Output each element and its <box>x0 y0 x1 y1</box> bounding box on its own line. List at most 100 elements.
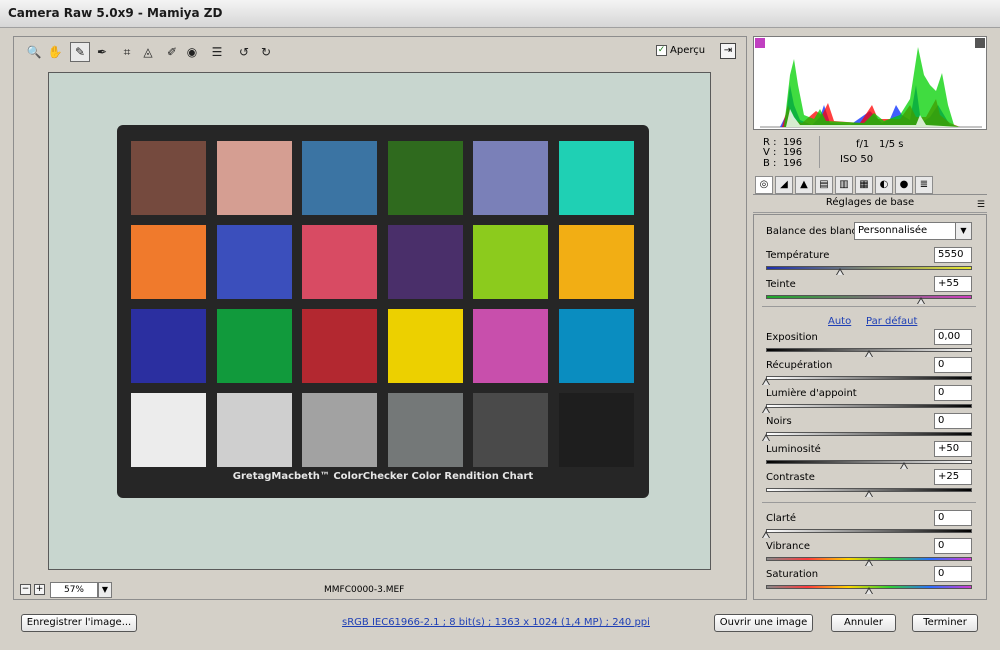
fullscreen-icon[interactable]: ⇥ <box>720 43 736 59</box>
done-button[interactable]: Terminer <box>912 614 978 632</box>
white-balance-value: Personnalisée <box>858 225 928 236</box>
straighten-icon[interactable]: ◬ <box>138 42 158 62</box>
aperture-value: f/1 <box>856 139 870 150</box>
panel-menu-icon[interactable]: ☰ <box>977 197 985 213</box>
color-patch <box>131 309 206 383</box>
zoom-out-button[interactable]: − <box>20 584 31 595</box>
exposure-value-field[interactable]: 0,00 <box>934 329 972 345</box>
eyedropper-icon[interactable]: ✎ <box>70 42 90 62</box>
fill-light-value-field[interactable]: 0 <box>934 385 972 401</box>
default-link[interactable]: Par défaut <box>866 316 917 327</box>
color-patch <box>302 309 378 383</box>
calibration-icon[interactable]: ◐ <box>875 176 893 194</box>
aperture-icon[interactable]: ◎ <box>755 176 773 194</box>
temperature-value-field[interactable]: 5550 <box>934 247 972 263</box>
preview-checkbox[interactable]: ✓ <box>656 45 667 56</box>
tone-curve-icon[interactable]: ◢ <box>775 176 793 194</box>
detail-icon[interactable]: ▲ <box>795 176 813 194</box>
rotate-left-icon[interactable]: ↺ <box>234 42 254 62</box>
color-patch <box>302 225 378 299</box>
color-patch <box>387 141 463 215</box>
separator <box>762 502 976 503</box>
saturation-label: Saturation <box>766 569 819 580</box>
contrast-value-field[interactable]: +25 <box>934 469 972 485</box>
auto-link[interactable]: Auto <box>828 316 851 327</box>
brush-icon[interactable]: ✐ <box>162 42 182 62</box>
recovery-slider-thumb[interactable] <box>762 378 770 385</box>
vibrance-value-field[interactable]: 0 <box>934 538 972 554</box>
color-patch <box>473 225 549 299</box>
workflow-options-link[interactable]: sRGB IEC61966-2.1 ; 8 bit(s) ; 1363 x 10… <box>342 617 650 628</box>
temperature-slider[interactable] <box>766 266 972 270</box>
tint-slider[interactable] <box>766 295 972 299</box>
zoom-in-button[interactable]: + <box>34 584 45 595</box>
recovery-slider[interactable] <box>766 376 972 380</box>
tint-value-field[interactable]: +55 <box>934 276 972 292</box>
color-patch <box>559 393 634 467</box>
list-icon[interactable]: ☰ <box>207 42 227 62</box>
clarity-value-field[interactable]: 0 <box>934 510 972 526</box>
saturation-value-field[interactable]: 0 <box>934 566 972 582</box>
chevron-down-icon[interactable]: ▼ <box>955 223 971 239</box>
rotate-right-icon[interactable]: ↻ <box>256 42 276 62</box>
color-patch <box>559 309 634 383</box>
presets-icon[interactable]: ≣ <box>915 176 933 194</box>
color-patch <box>473 309 549 383</box>
brightness-slider[interactable] <box>766 460 972 464</box>
temperature-label: Température <box>766 250 830 261</box>
toolbar: ✓ Aperçu ⇥ 🔍 ✋ ✎ ✒ ⌗ ◬ ✐ ◉ ☰ ↺ ↻ <box>14 37 746 67</box>
clarity-slider[interactable] <box>766 529 972 533</box>
panel-title: Réglages de base <box>825 197 915 208</box>
brightness-slider-thumb[interactable] <box>900 462 909 469</box>
hsl-icon[interactable]: ▤ <box>815 176 833 194</box>
contrast-slider-thumb[interactable] <box>865 490 873 497</box>
clarity-slider-thumb[interactable] <box>762 531 770 538</box>
open-image-button[interactable]: Ouvrir une image <box>714 614 813 632</box>
blacks-label: Noirs <box>766 416 792 427</box>
exposure-label: Exposition <box>766 332 818 343</box>
color-patch <box>216 309 292 383</box>
split-toning-icon[interactable]: ▥ <box>835 176 853 194</box>
color-patch <box>216 225 292 299</box>
preview-toggle[interactable]: ✓ Aperçu <box>656 45 705 56</box>
blacks-slider[interactable] <box>766 432 972 436</box>
lens-icon[interactable]: ▦ <box>855 176 873 194</box>
image-canvas[interactable]: GretagMacbeth™ ColorChecker Color Rendit… <box>48 72 711 570</box>
color-sampler-icon[interactable]: ✒ <box>92 42 112 62</box>
fill-light-slider[interactable] <box>766 404 972 408</box>
recovery-label: Récupération <box>766 360 833 371</box>
chevron-down-icon[interactable]: ▼ <box>98 582 112 598</box>
clarity-label: Clarté <box>766 513 797 524</box>
blacks-slider-thumb[interactable] <box>762 434 770 441</box>
zoom-level-field[interactable]: 57% <box>50 582 98 598</box>
blue-value: 196 <box>783 158 803 169</box>
exposure-slider-thumb[interactable] <box>865 350 873 357</box>
vibrance-slider-thumb[interactable] <box>865 559 873 566</box>
blacks-value-field[interactable]: 0 <box>934 413 972 429</box>
white-balance-select[interactable]: Personnalisée ▼ <box>854 222 972 240</box>
tint-slider-thumb[interactable] <box>916 297 925 304</box>
crop-icon[interactable]: ⌗ <box>117 42 137 62</box>
brightness-value-field[interactable]: +50 <box>934 441 972 457</box>
save-image-button[interactable]: Enregistrer l'image... <box>21 614 137 632</box>
hand-icon[interactable]: ✋ <box>45 42 65 62</box>
color-patch <box>131 141 206 215</box>
window-title: Camera Raw 5.0x9 - Mamiya ZD <box>8 6 223 20</box>
camera-info: R : 196 V : 196 B : 196 f/1 1/5 s ISO 50 <box>753 132 987 172</box>
saturation-slider-thumb[interactable] <box>865 587 873 594</box>
title-bar: Camera Raw 5.0x9 - Mamiya ZD <box>0 0 1000 28</box>
iso-value: ISO 50 <box>840 154 874 165</box>
color-patch <box>302 141 378 215</box>
recovery-value-field[interactable]: 0 <box>934 357 972 373</box>
zoom-icon[interactable]: 🔍 <box>24 42 44 62</box>
color-patch <box>216 141 292 215</box>
tint-label: Teinte <box>766 279 796 290</box>
preview-label: Aperçu <box>670 45 706 56</box>
panel-header: Réglages de base ☰ <box>753 195 987 213</box>
red-eye-icon[interactable]: ◉ <box>182 42 202 62</box>
fill-light-slider-thumb[interactable] <box>762 406 770 413</box>
cancel-button[interactable]: Annuler <box>831 614 896 632</box>
camera-icon[interactable]: ● <box>895 176 913 194</box>
temperature-slider-thumb[interactable] <box>836 268 845 275</box>
color-patch <box>559 225 634 299</box>
